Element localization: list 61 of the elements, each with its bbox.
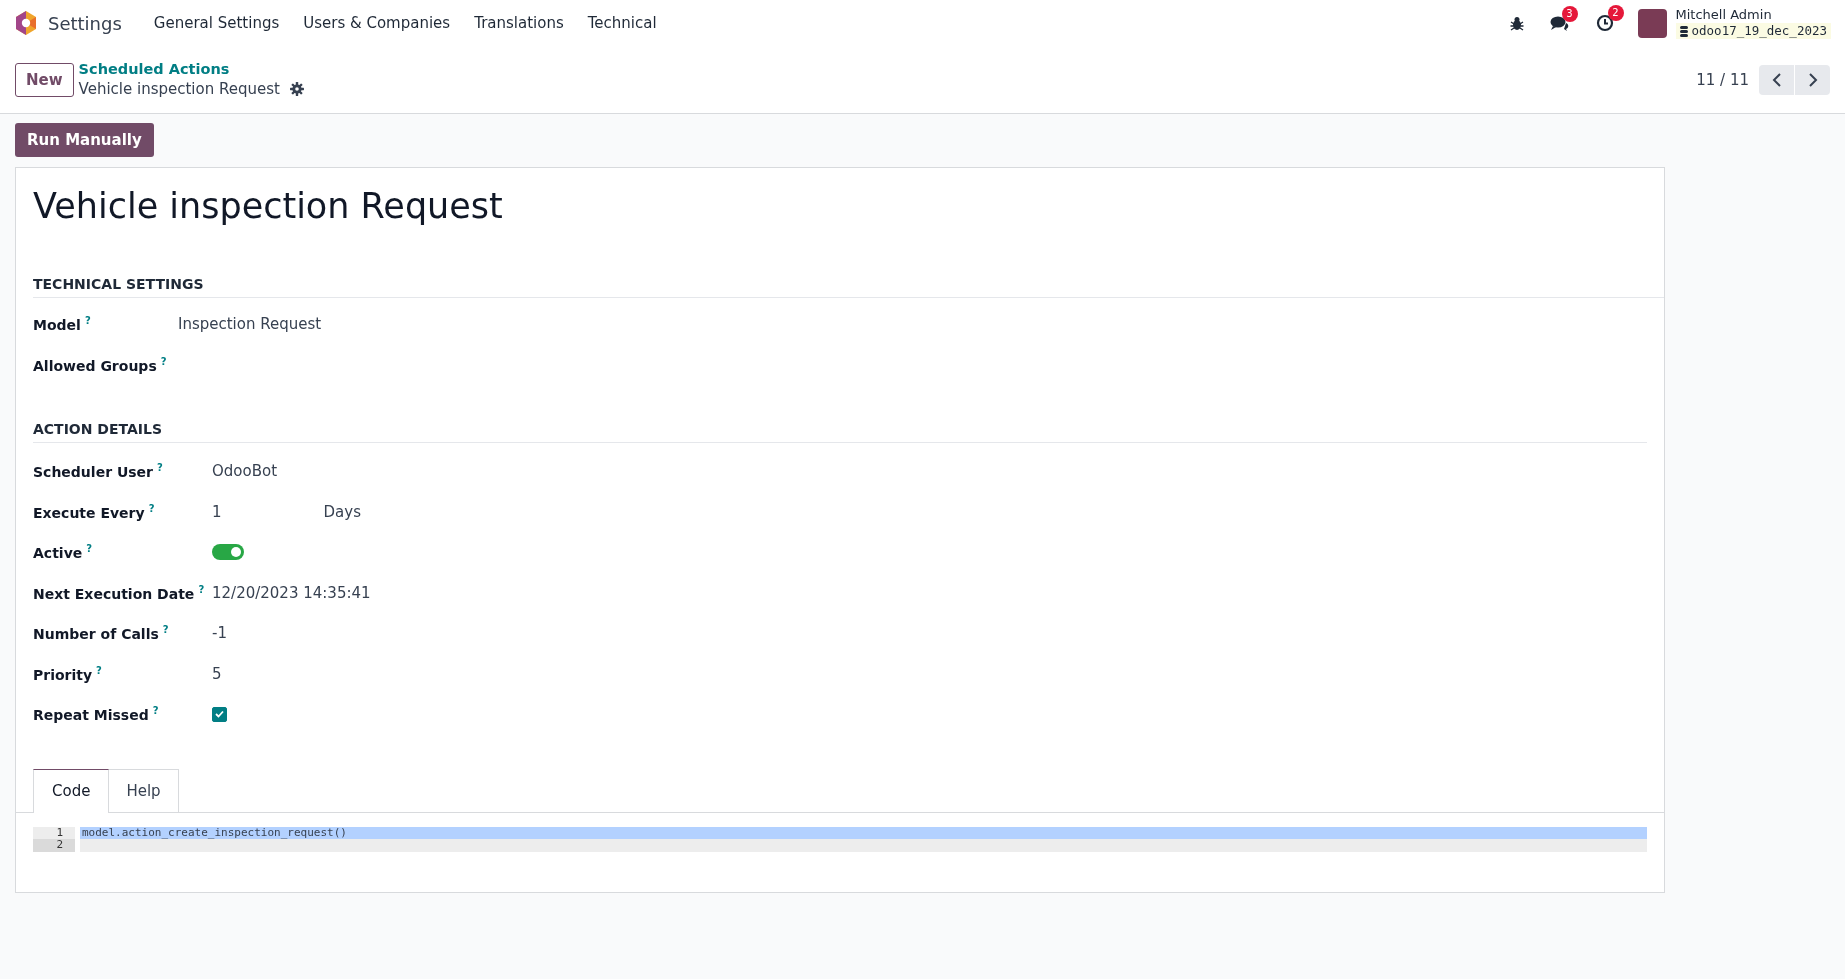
field-label: Active bbox=[33, 545, 83, 562]
previous-button[interactable] bbox=[1759, 64, 1794, 95]
line-number: 1 bbox=[33, 826, 75, 839]
help-tooltip[interactable]: ? bbox=[148, 502, 155, 514]
bug-icon[interactable] bbox=[1509, 15, 1524, 31]
field-value[interactable]: 12/20/2023 14:35:41 bbox=[212, 583, 371, 602]
database-name: odoo17_19_dec_2023 bbox=[1675, 23, 1831, 39]
field-label: Model bbox=[33, 317, 81, 334]
field-label: Number of Calls bbox=[33, 626, 159, 643]
menu-item[interactable]: General Settings bbox=[141, 14, 292, 32]
field-value[interactable]: -1 bbox=[212, 624, 227, 643]
toggle-switch[interactable] bbox=[212, 544, 244, 561]
avatar[interactable] bbox=[1637, 8, 1667, 38]
record-title: Vehicle inspection Request bbox=[78, 80, 280, 98]
interval-unit[interactable]: Days bbox=[323, 502, 361, 521]
chevron-left-icon bbox=[1771, 71, 1782, 88]
breadcrumb-link[interactable]: Scheduled Actions bbox=[78, 61, 304, 77]
notification-badge: 2 bbox=[1607, 5, 1624, 21]
field-label: Priority bbox=[33, 666, 93, 683]
help-tooltip[interactable]: ? bbox=[160, 355, 167, 367]
section-heading: ACTION DETAILS bbox=[33, 421, 1647, 443]
help-tooltip[interactable]: ? bbox=[96, 664, 102, 676]
field-label: Execute Every bbox=[33, 504, 145, 521]
new-button[interactable]: New bbox=[15, 62, 74, 97]
help-tooltip[interactable]: ? bbox=[84, 315, 91, 327]
app-name[interactable]: Settings bbox=[48, 12, 122, 34]
line-number: 2 bbox=[33, 839, 75, 852]
field-label: Allowed Groups bbox=[33, 357, 157, 374]
run-manually-button[interactable]: Run Manually bbox=[15, 123, 154, 157]
next-button[interactable] bbox=[1795, 64, 1830, 95]
notification-badge: 3 bbox=[1561, 6, 1578, 22]
field-label: Scheduler User bbox=[33, 464, 153, 481]
chat-icon[interactable] bbox=[1549, 15, 1570, 31]
user-name[interactable]: Mitchell Admin bbox=[1675, 7, 1831, 23]
help-tooltip[interactable]: ? bbox=[198, 583, 205, 595]
menu-item[interactable]: Translations bbox=[462, 14, 576, 32]
field-label: Next Execution Date bbox=[33, 585, 195, 602]
help-tooltip[interactable]: ? bbox=[86, 543, 93, 555]
app-logo[interactable] bbox=[14, 10, 38, 36]
help-tooltip[interactable]: ? bbox=[162, 624, 169, 636]
checkbox[interactable] bbox=[212, 706, 227, 722]
database-icon bbox=[1679, 25, 1688, 37]
code-editor[interactable]: 1 model.action_create_inspection_request() 2 bbox=[33, 826, 1647, 852]
pager-counter: 11 / 11 bbox=[1696, 70, 1749, 89]
help-tooltip[interactable]: ? bbox=[152, 705, 159, 717]
tab[interactable]: Help bbox=[109, 768, 179, 812]
clock-icon[interactable] bbox=[1595, 14, 1614, 32]
field-value[interactable]: 5 bbox=[212, 664, 222, 683]
chevron-right-icon bbox=[1807, 71, 1818, 88]
tab[interactable]: Code bbox=[33, 768, 110, 813]
menu-item[interactable]: Technical bbox=[575, 14, 669, 32]
help-tooltip[interactable]: ? bbox=[157, 462, 163, 474]
field-value[interactable]: Inspection Request bbox=[178, 315, 322, 334]
gear-icon[interactable] bbox=[289, 82, 304, 96]
check-icon bbox=[215, 710, 224, 719]
section-heading: TECHNICAL SETTINGS bbox=[33, 276, 1664, 298]
menu-item[interactable]: Users & Companies bbox=[291, 14, 463, 32]
record-title: Vehicle inspection Request bbox=[33, 186, 504, 226]
field-value[interactable]: OdooBot bbox=[212, 462, 278, 481]
field-value[interactable]: 1 bbox=[212, 502, 222, 521]
field-label: Repeat Missed bbox=[33, 707, 149, 724]
